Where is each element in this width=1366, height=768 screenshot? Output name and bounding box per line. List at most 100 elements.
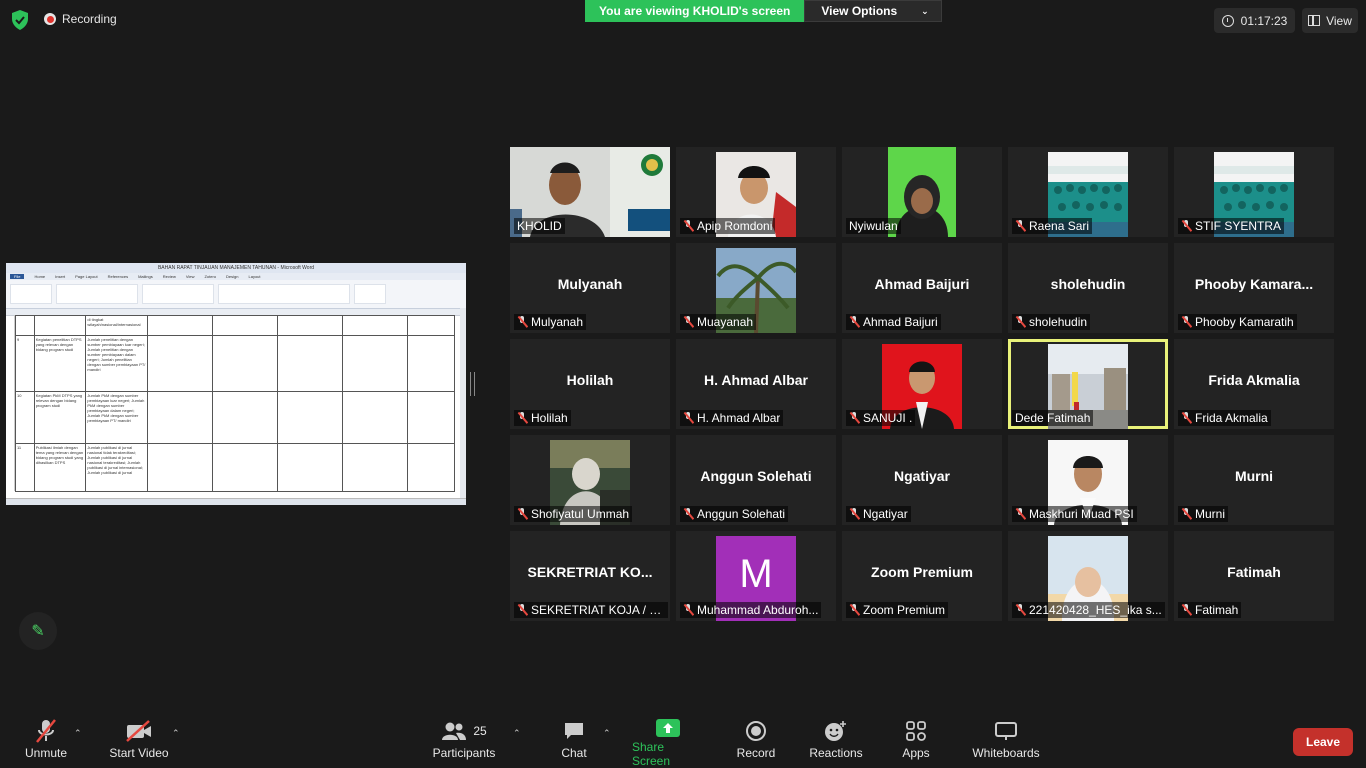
chat-options-caret[interactable]: ⌃ — [603, 728, 611, 739]
participant-tile[interactable]: H. Ahmad Albar H. Ahmad Albar — [676, 339, 836, 429]
chevron-down-icon: ⌄ — [921, 5, 929, 16]
participant-tile[interactable]: SEKRETRIAT KO... SEKRETRIAT KOJA / U... — [510, 531, 670, 621]
muted-microphone-icon — [849, 412, 860, 424]
participant-tile[interactable]: SANUJI . — [842, 339, 1002, 429]
table-row: di tingkat wilayah/nasional/internasiona… — [15, 315, 456, 336]
participants-options-caret[interactable]: ⌃ — [513, 728, 521, 739]
table-cell: Kegiatan penelitian DTPS yang relevan de… — [33, 335, 87, 392]
participant-tile[interactable]: Apip Romdoni — [676, 147, 836, 237]
table-cell — [15, 315, 35, 336]
shared-screen[interactable]: BAHAN RAPAT TINJAUAN MANAJEMEN TAHUNAN -… — [6, 263, 466, 505]
participant-name-label: Frida Akmalia — [1178, 410, 1271, 426]
resize-handle[interactable] — [470, 372, 475, 396]
participant-tile[interactable]: KHOLID — [510, 147, 670, 237]
participant-tile[interactable]: Phooby Kamara... Phooby Kamaratih — [1174, 243, 1334, 333]
recording-label: Recording — [62, 12, 117, 26]
video-options-caret[interactable]: ⌃ — [172, 728, 180, 739]
muted-microphone-icon — [683, 220, 694, 232]
participant-name: Murni — [1195, 507, 1226, 521]
muted-microphone-icon — [683, 604, 694, 616]
participant-tile[interactable]: Dede Fatimah — [1008, 339, 1168, 429]
participant-display-name: Anggun Solehati — [700, 468, 812, 484]
participant-tile[interactable]: Murni Murni — [1174, 435, 1334, 525]
participant-display-name: Fatimah — [1227, 564, 1281, 580]
meeting-toolbar: Unmute ⌃ Start Video ⌃ 25 Participants ⌃… — [0, 716, 1366, 768]
security-shield-icon[interactable] — [10, 9, 30, 31]
participant-tile[interactable]: Zoom Premium Zoom Premium — [842, 531, 1002, 621]
unmute-button[interactable]: Unmute — [24, 716, 68, 768]
reactions-button[interactable]: Reactions — [808, 716, 864, 768]
record-button[interactable]: Record — [736, 716, 776, 768]
table-cell — [341, 443, 408, 492]
muted-microphone-icon — [1181, 412, 1192, 424]
table-cell — [212, 315, 278, 336]
share-screen-button[interactable]: Share Screen — [632, 716, 704, 768]
participant-name-label: Ngatiyar — [846, 506, 911, 522]
annotate-pencil-icon[interactable]: ✎ — [19, 612, 57, 650]
word-tab: Layout — [248, 274, 261, 279]
participant-name: 221420428_HES_ika s... — [1029, 603, 1162, 617]
muted-microphone-icon — [1015, 508, 1026, 520]
word-ribbon-tabs: File Home Insert Page Layout References Maili… — [6, 273, 466, 280]
participant-name-label: Zoom Premium — [846, 602, 949, 618]
recording-indicator[interactable]: Recording — [44, 12, 117, 26]
participant-name: Muhammad Abduroh... — [697, 603, 819, 617]
view-button[interactable]: View — [1302, 8, 1358, 33]
start-video-button[interactable]: Start Video — [108, 716, 170, 768]
muted-microphone-icon — [517, 412, 528, 424]
table-cell: Jumlah PkM dengan sumber pembiayaan luar… — [85, 391, 149, 444]
clock-icon — [1221, 14, 1234, 27]
participant-tile[interactable]: Nyiwulan — [842, 147, 1002, 237]
muted-microphone-icon — [1015, 316, 1026, 328]
participant-tile[interactable]: Fatimah Fatimah — [1174, 531, 1334, 621]
whiteboard-icon — [994, 716, 1018, 746]
participant-tile[interactable]: 221420428_HES_ika s... — [1008, 531, 1168, 621]
participant-tile[interactable]: Frida Akmalia Frida Akmalia — [1174, 339, 1334, 429]
leave-button[interactable]: Leave — [1293, 728, 1353, 756]
audio-options-caret[interactable]: ⌃ — [74, 728, 82, 739]
participant-tile[interactable]: sholehudin sholehudin — [1008, 243, 1168, 333]
muted-microphone-icon — [1181, 220, 1192, 232]
participant-tile[interactable]: Raena Sari — [1008, 147, 1168, 237]
table-cell: Jumlah publikasi di jurnal nasional tida… — [85, 443, 149, 492]
word-scrollbar — [460, 308, 466, 498]
word-status-bar — [6, 498, 466, 505]
participant-name-label: Shofiyatul Ummah — [514, 506, 633, 522]
apps-icon — [905, 716, 927, 746]
participant-name-label: Fatimah — [1178, 602, 1242, 618]
participant-tile[interactable]: Ahmad Baijuri Ahmad Baijuri — [842, 243, 1002, 333]
apps-button[interactable]: Apps — [900, 716, 932, 768]
participant-name: Frida Akmalia — [1195, 411, 1268, 425]
participant-name-label: Muayanah — [680, 314, 757, 330]
muted-microphone-icon — [849, 508, 860, 520]
whiteboards-button[interactable]: Whiteboards — [970, 716, 1042, 768]
participant-tile[interactable]: Mulyanah Mulyanah — [510, 243, 670, 333]
table-cell — [147, 443, 213, 492]
participants-button[interactable]: 25 Participants — [432, 716, 496, 768]
participant-tile[interactable]: Anggun Solehati Anggun Solehati — [676, 435, 836, 525]
table-cell — [406, 391, 456, 444]
participant-name-label: Raena Sari — [1012, 218, 1093, 234]
participant-tile[interactable]: Holilah Holilah — [510, 339, 670, 429]
participant-tile[interactable]: Ngatiyar Ngatiyar — [842, 435, 1002, 525]
chat-button[interactable]: Chat — [556, 716, 592, 768]
participant-display-name: Zoom Premium — [871, 564, 973, 580]
participant-tile[interactable]: M Muhammad Abduroh... — [676, 531, 836, 621]
meeting-timer[interactable]: 01:17:23 — [1214, 8, 1295, 33]
participant-name-label: Phooby Kamaratih — [1178, 314, 1297, 330]
participant-name: KHOLID — [517, 219, 562, 233]
participant-tile[interactable]: STIF SYENTRA — [1174, 147, 1334, 237]
participant-name: Ngatiyar — [863, 507, 908, 521]
word-window-title: BAHAN RAPAT TINJAUAN MANAJEMEN TAHUNAN -… — [6, 263, 466, 273]
participant-name: Apip Romdoni — [697, 219, 773, 233]
participant-name: Fatimah — [1195, 603, 1239, 617]
participant-tile[interactable]: Muayanah — [676, 243, 836, 333]
participant-tile[interactable]: Maskhuri Muad PSI — [1008, 435, 1168, 525]
word-tab: References — [107, 274, 129, 279]
gallery-view-icon — [1308, 15, 1321, 26]
participant-tile[interactable]: Shofiyatul Ummah — [510, 435, 670, 525]
participant-name: Dede Fatimah — [1015, 411, 1091, 425]
timer-value: 01:17:23 — [1240, 13, 1288, 28]
view-options-button[interactable]: View Options ⌄ — [804, 0, 942, 22]
participant-display-name: Ahmad Baijuri — [874, 276, 970, 292]
